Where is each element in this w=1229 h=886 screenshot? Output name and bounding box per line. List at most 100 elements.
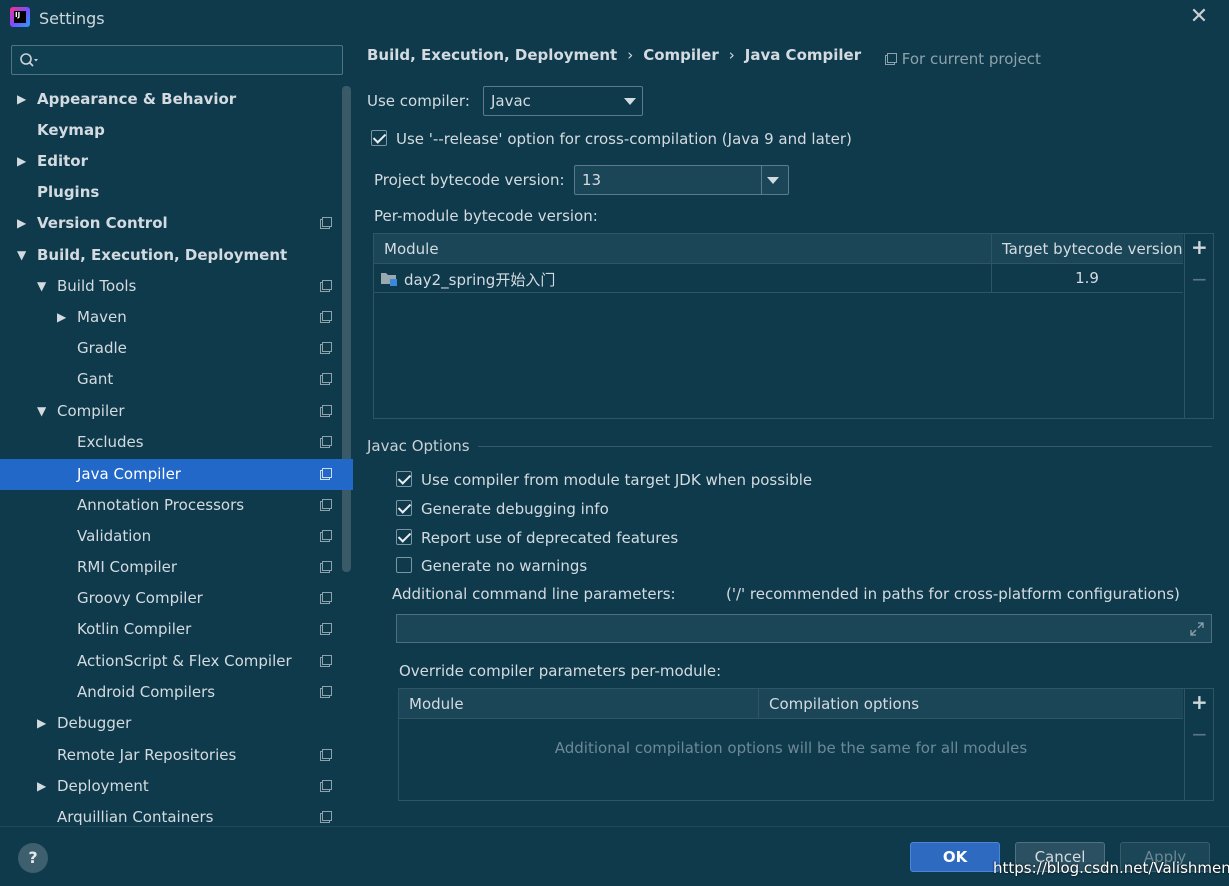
project-scope-icon — [885, 53, 897, 65]
table-header: Module Compilation options — [399, 689, 1183, 719]
sidebar-item-gant[interactable]: Gant — [0, 364, 353, 395]
sidebar-item-annotation-processors[interactable]: Annotation Processors — [0, 490, 353, 521]
add-icon[interactable]: + — [1191, 235, 1208, 259]
additional-params-input[interactable] — [396, 614, 1212, 643]
help-button[interactable]: ? — [18, 843, 48, 873]
project-scope-icon — [320, 686, 332, 698]
table-row[interactable]: day2_spring开始入门 1.9 — [374, 265, 1183, 293]
chevron-down-icon: ▼ — [17, 248, 27, 262]
breadcrumb-separator: › — [627, 46, 634, 64]
sidebar-item-validation[interactable]: Validation — [0, 521, 353, 552]
search-input[interactable] — [11, 45, 343, 75]
breadcrumb-item: Java Compiler — [744, 46, 862, 64]
use-module-jdk-label: Use compiler from module target JDK when… — [421, 471, 813, 489]
additional-params-hint: ('/' recommended in paths for cross-plat… — [726, 585, 1180, 603]
use-compiler-select[interactable]: Javac — [483, 86, 643, 116]
project-scope-icon — [320, 217, 332, 229]
deprecated-features-checkbox[interactable] — [396, 529, 412, 545]
java-compiler-panel: Build, Execution, Deployment › Compiler › Ja… — [353, 36, 1229, 826]
sidebar-item-build-tools[interactable]: ▼ Build Tools — [0, 271, 353, 302]
chevron-right-icon: ▶ — [57, 310, 67, 324]
project-bytecode-select[interactable]: 13 — [574, 165, 789, 195]
sidebar-item-remote-jar-repositories[interactable]: Remote Jar Repositories — [0, 740, 353, 771]
debug-info-checkbox[interactable] — [396, 500, 412, 516]
breadcrumb-item: Build, Execution, Deployment — [367, 46, 618, 64]
column-header-target-version[interactable]: Target bytecode version — [992, 234, 1183, 264]
release-option-checkbox[interactable] — [371, 130, 387, 146]
breadcrumb-item: Compiler — [643, 46, 719, 64]
chevron-down-icon — [624, 98, 636, 105]
module-folder-icon — [381, 273, 397, 286]
scope-indicator: For current project — [885, 50, 1041, 68]
sidebar-item-android-compilers[interactable]: Android Compilers — [0, 677, 353, 708]
settings-sidebar: ▶ Appearance & Behavior Keymap ▶ Editor … — [0, 36, 353, 826]
project-scope-icon — [320, 436, 332, 448]
project-scope-icon — [320, 655, 332, 667]
override-params-table: Module Compilation options Additional co… — [398, 688, 1214, 801]
project-scope-icon — [320, 373, 332, 385]
deprecated-features-label: Report use of deprecated features — [421, 529, 679, 547]
project-scope-icon — [320, 749, 332, 761]
remove-icon[interactable]: − — [1191, 722, 1208, 746]
section-divider — [478, 446, 1212, 447]
close-icon[interactable]: ✕ — [1189, 6, 1209, 28]
use-compiler-label: Use compiler: — [367, 92, 470, 110]
sidebar-item-deployment[interactable]: ▶ Deployment — [0, 771, 353, 802]
project-scope-icon — [320, 280, 332, 292]
remove-icon[interactable]: − — [1191, 267, 1208, 291]
chevron-right-icon: ▶ — [17, 154, 27, 168]
project-scope-icon — [320, 780, 332, 792]
sidebar-item-kotlin-compiler[interactable]: Kotlin Compiler — [0, 614, 353, 645]
per-module-label: Per-module bytecode version: — [374, 207, 598, 225]
project-scope-icon — [320, 342, 332, 354]
module-name: day2_spring开始入门 — [404, 271, 556, 289]
chevron-right-icon: ▶ — [37, 716, 47, 730]
add-icon[interactable]: + — [1191, 690, 1208, 714]
sidebar-item-java-compiler[interactable]: Java Compiler — [0, 459, 353, 490]
sidebar-item-actionscript-flex-compiler[interactable]: ActionScript & Flex Compiler — [0, 646, 353, 677]
project-scope-icon — [320, 811, 332, 823]
breadcrumb-separator: › — [728, 46, 735, 64]
sidebar-item-plugins[interactable]: Plugins — [0, 177, 353, 208]
empty-table-text: Additional compilation options will be t… — [554, 739, 1028, 757]
intellij-app-icon: IJ — [10, 7, 30, 27]
sidebar-item-excludes[interactable]: Excludes — [0, 427, 353, 458]
sidebar-item-compiler[interactable]: ▼ Compiler — [0, 396, 353, 427]
additional-params-label: Additional command line parameters: — [392, 585, 676, 603]
no-warnings-checkbox[interactable] — [396, 557, 412, 573]
title-bar: IJ Settings ✕ — [0, 0, 1229, 36]
per-module-bytecode-table: Module Target bytecode version day2_spri… — [373, 233, 1214, 419]
watermark: https://blog.csdn.net/Valishment — [993, 859, 1229, 877]
project-scope-icon — [320, 468, 332, 480]
sidebar-item-appearance-behavior[interactable]: ▶ Appearance & Behavior — [0, 84, 353, 115]
sidebar-item-keymap[interactable]: Keymap — [0, 115, 353, 146]
column-header-module[interactable]: Module — [374, 234, 439, 264]
sidebar-item-build-execution-deployment[interactable]: ▼ Build, Execution, Deployment — [0, 240, 353, 271]
sidebar-item-rmi-compiler[interactable]: RMI Compiler — [0, 552, 353, 583]
project-scope-icon — [320, 311, 332, 323]
use-module-jdk-checkbox[interactable] — [396, 471, 412, 487]
sidebar-item-version-control[interactable]: ▶ Version Control — [0, 208, 353, 239]
release-option-label: Use '--release' option for cross-compila… — [396, 130, 852, 148]
sidebar-item-arquillian-containers[interactable]: Arquillian Containers — [0, 802, 353, 826]
sidebar-item-debugger[interactable]: ▶ Debugger — [0, 708, 353, 739]
column-header-compilation-options[interactable]: Compilation options — [759, 689, 919, 719]
sidebar-item-gradle[interactable]: Gradle — [0, 333, 353, 364]
sidebar-item-maven[interactable]: ▶ Maven — [0, 302, 353, 333]
module-target-version[interactable]: 1.9 — [992, 269, 1182, 287]
chevron-down-icon: ▼ — [37, 404, 47, 418]
expand-icon[interactable] — [1190, 622, 1204, 636]
project-scope-icon — [320, 592, 332, 604]
ok-button[interactable]: OK — [910, 842, 1000, 872]
table-header: Module Target bytecode version — [374, 234, 1183, 264]
column-header-module[interactable]: Module — [399, 689, 464, 719]
chevron-down-icon: ▼ — [37, 279, 47, 293]
no-warnings-label: Generate no warnings — [421, 557, 588, 575]
window-title: Settings — [39, 9, 105, 28]
project-scope-icon — [320, 623, 332, 635]
chevron-right-icon: ▶ — [37, 779, 47, 793]
project-scope-icon — [320, 561, 332, 573]
sidebar-item-groovy-compiler[interactable]: Groovy Compiler — [0, 583, 353, 614]
breadcrumb: Build, Execution, Deployment › Compiler › Ja… — [367, 46, 861, 64]
sidebar-item-editor[interactable]: ▶ Editor — [0, 146, 353, 177]
